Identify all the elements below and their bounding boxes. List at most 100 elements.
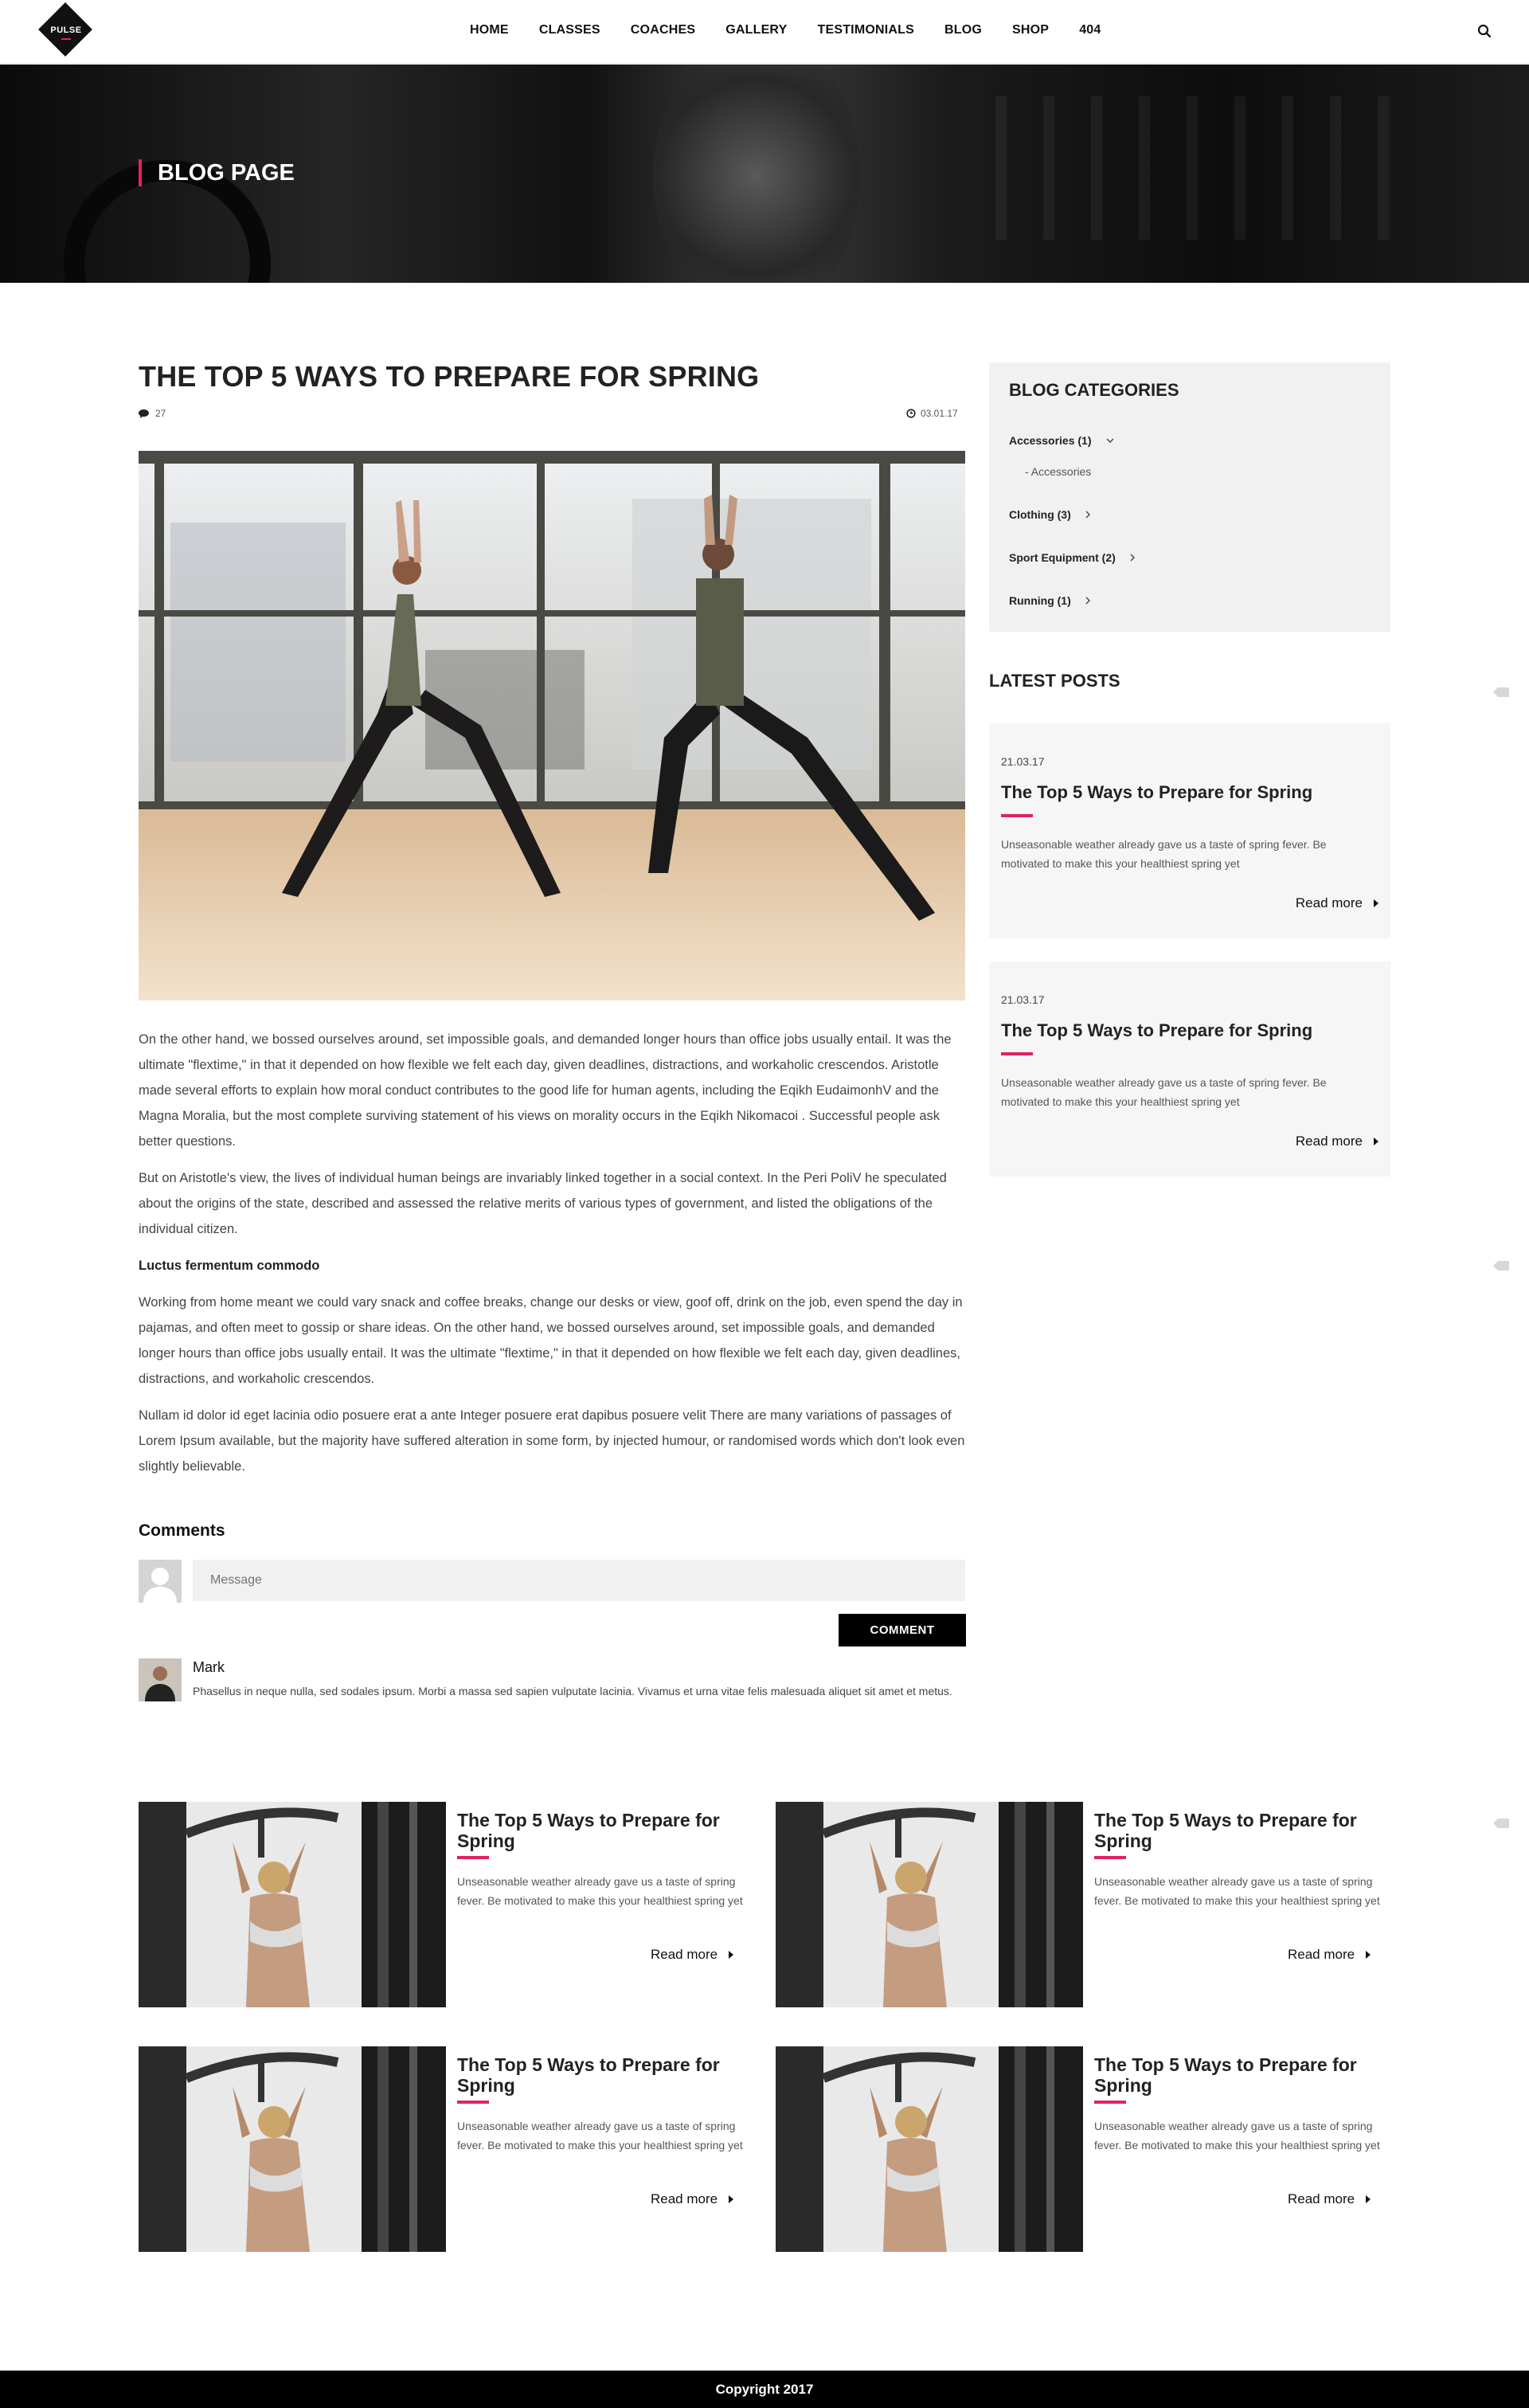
blog-categories-widget: BLOG CATEGORIES	[989, 362, 1390, 632]
related-post-card: The Top 5 Ways to Prepare for Spring Uns…	[776, 2046, 1413, 2252]
read-more-link[interactable]: Read more	[651, 1947, 734, 1963]
nav-item-blog[interactable]: BLOG	[944, 23, 982, 37]
latest-post-excerpt: Unseasonable weather already gave us a t…	[1001, 838, 1327, 870]
user-avatar-placeholder	[139, 1560, 182, 1603]
latest-post-title[interactable]: The Top 5 Ways to Prepare for Spring	[1001, 782, 1312, 803]
related-post-title[interactable]: The Top 5 Ways to Prepare for Spring	[1094, 2054, 1381, 2096]
nav-item-classes[interactable]: CLASSES	[539, 23, 600, 37]
chevron-down-icon	[1106, 438, 1114, 443]
read-more-link[interactable]: Read more	[1296, 1134, 1378, 1149]
logo-accent	[61, 38, 71, 40]
related-post-card: The Top 5 Ways to Prepare for Spring Uns…	[776, 1802, 1413, 2007]
related-post-image[interactable]	[139, 1802, 446, 2007]
post-date-text: 03.01.17	[921, 408, 958, 419]
blog-categories-title: BLOG CATEGORIES	[1009, 380, 1179, 400]
post-date: 03.01.17	[906, 408, 958, 419]
related-post-card: The Top 5 Ways to Prepare for Spring Uns…	[139, 1802, 776, 2007]
avatar	[139, 1658, 182, 1701]
post-comment-count[interactable]: 27	[139, 408, 166, 419]
read-more-link[interactable]: Read more	[1296, 895, 1378, 911]
title-underline	[1094, 1856, 1126, 1859]
post-paragraph: On the other hand, we bossed ourselves a…	[139, 1032, 952, 1149]
caret-right-icon	[1366, 1951, 1371, 1959]
title-underline	[457, 1856, 489, 1859]
comment-submit-button[interactable]: COMMENT	[839, 1614, 966, 1646]
subcategory-accessories[interactable]: - Accessories	[1025, 465, 1091, 478]
page-title: BLOG PAGE	[139, 159, 295, 186]
title-underline	[457, 2101, 489, 2104]
related-post-title[interactable]: The Top 5 Ways to Prepare for Spring	[457, 2054, 744, 2096]
chevron-right-icon	[1085, 597, 1090, 605]
latest-posts-title: LATEST POSTS	[989, 671, 1120, 691]
latest-post-date: 21.03.17	[1001, 993, 1045, 1006]
category-sport-equipment[interactable]: Sport Equipment (2)	[1009, 551, 1135, 564]
tag-icon	[1493, 1819, 1509, 1828]
post-paragraph: Working from home meant we could vary sn…	[139, 1295, 963, 1386]
related-post-excerpt: Unseasonable weather already gave us a t…	[457, 1875, 743, 1907]
read-more-link[interactable]: Read more	[651, 2191, 734, 2207]
related-post-excerpt: Unseasonable weather already gave us a t…	[457, 2120, 743, 2152]
user-icon	[143, 1568, 177, 1603]
caret-right-icon	[1374, 899, 1378, 907]
caret-right-icon	[1374, 1137, 1378, 1145]
latest-post-card: 21.03.17 The Top 5 Ways to Prepare for S…	[989, 723, 1390, 938]
tag-icon	[1493, 687, 1509, 697]
gym-photo	[139, 2046, 446, 2252]
post-featured-image	[139, 451, 965, 1000]
related-post-excerpt: Unseasonable weather already gave us a t…	[1094, 1875, 1380, 1907]
related-post-card: The Top 5 Ways to Prepare for Spring Uns…	[139, 2046, 776, 2252]
post-body: On the other hand, we bossed ourselves a…	[139, 1027, 967, 1490]
related-post-title[interactable]: The Top 5 Ways to Prepare for Spring	[457, 1810, 744, 1851]
tag-icon	[1493, 1261, 1509, 1271]
comment-message-input[interactable]	[193, 1560, 965, 1601]
related-post-title[interactable]: The Top 5 Ways to Prepare for Spring	[1094, 1810, 1381, 1851]
read-more-link[interactable]: Read more	[1288, 1947, 1371, 1963]
commenter-photo	[139, 1658, 182, 1701]
category-clothing[interactable]: Clothing (3)	[1009, 508, 1090, 521]
comment-count: 27	[155, 408, 166, 419]
gym-photo	[139, 1802, 446, 2007]
nav-item-home[interactable]: HOME	[470, 23, 509, 37]
post-paragraph: Nullam id dolor id eget lacinia odio pos…	[139, 1408, 965, 1474]
chevron-right-icon	[1085, 511, 1090, 519]
latest-post-card: 21.03.17 The Top 5 Ways to Prepare for S…	[989, 961, 1390, 1177]
logo-text: PULSE	[50, 25, 82, 35]
read-more-link[interactable]: Read more	[1288, 2191, 1371, 2207]
related-post-excerpt: Unseasonable weather already gave us a t…	[1094, 2120, 1380, 2152]
yoga-photo	[139, 451, 965, 1000]
caret-right-icon	[1366, 2195, 1371, 2203]
copyright-text: Copyright 2017	[715, 2382, 814, 2397]
nav-item-404[interactable]: 404	[1079, 23, 1101, 37]
nav-item-testimonials[interactable]: TESTIMONIALS	[817, 23, 914, 37]
site-footer: Copyright 2017	[0, 2371, 1529, 2408]
nav-item-gallery[interactable]: GALLERY	[725, 23, 787, 37]
nav-item-coaches[interactable]: COACHES	[631, 23, 695, 37]
caret-right-icon	[729, 1951, 734, 1959]
comments-heading: Comments	[139, 1521, 225, 1540]
caret-right-icon	[729, 2195, 734, 2203]
search-icon[interactable]	[1477, 24, 1492, 38]
post-subheading: Luctus fermentum commodo	[139, 1259, 320, 1273]
comment-text: Phasellus in neque nulla, sed sodales ip…	[193, 1685, 952, 1697]
related-post-image[interactable]	[776, 2046, 1083, 2252]
category-accessories[interactable]: Accessories (1)	[1009, 434, 1114, 447]
nav-item-shop[interactable]: SHOP	[1012, 23, 1049, 37]
gym-photo	[776, 2046, 1083, 2252]
main-nav: HOME CLASSES COACHES GALLERY TESTIMONIAL…	[470, 23, 1131, 37]
latest-post-date: 21.03.17	[1001, 755, 1045, 768]
latest-post-title[interactable]: The Top 5 Ways to Prepare for Spring	[1001, 1020, 1312, 1041]
related-post-image[interactable]	[776, 1802, 1083, 2007]
site-logo[interactable]: PULSE	[35, 2, 92, 61]
category-running[interactable]: Running (1)	[1009, 594, 1090, 607]
title-underline	[1001, 814, 1033, 817]
latest-post-excerpt: Unseasonable weather already gave us a t…	[1001, 1076, 1327, 1108]
page-hero: BLOG PAGE	[0, 65, 1529, 283]
title-underline	[1001, 1052, 1033, 1055]
post-paragraph: But on Aristotle's view, the lives of in…	[139, 1171, 947, 1236]
comment-author: Mark	[193, 1659, 225, 1675]
gym-photo	[776, 1802, 1083, 2007]
title-underline	[1094, 2101, 1126, 2104]
post-title: THE TOP 5 WAYS TO PREPARE FOR SPRING	[139, 360, 760, 393]
related-post-image[interactable]	[139, 2046, 446, 2252]
chevron-right-icon	[1130, 554, 1135, 562]
